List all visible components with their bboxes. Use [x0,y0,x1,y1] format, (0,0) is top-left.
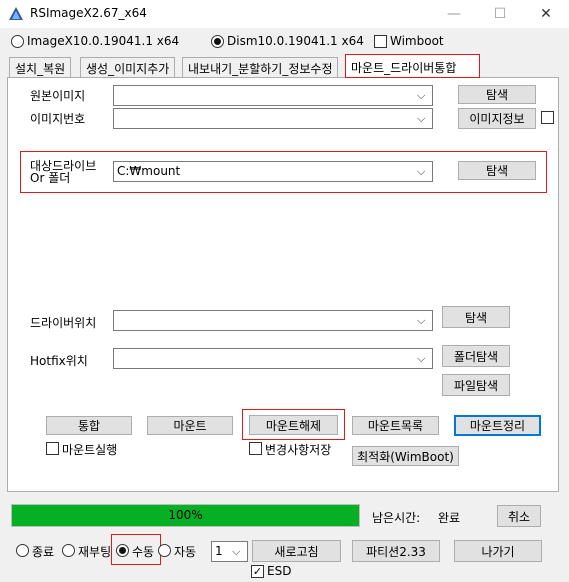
refresh-button[interactable]: 새로고침 [252,540,341,562]
dism-label: Dism10.0.19041.1 x64 [227,34,364,48]
progress-text: 100% [168,508,203,522]
driver-location-combo[interactable]: ⌵ [113,310,433,331]
partition-button[interactable]: 파티션2.33 [352,540,440,562]
remaining-time-value: 완료 [438,511,461,525]
source-browse-button[interactable]: 탐색 [458,85,536,104]
target-label-line2: Or 폴더 [30,171,71,185]
maximize-button[interactable]: ☐ [477,0,523,28]
chevron-down-icon: ⌵ [417,314,426,327]
count-value: 1 [215,544,223,558]
imagex-radio[interactable] [11,35,24,48]
chevron-down-icon: ⌵ [417,89,426,102]
image-info-button[interactable]: 이미지정보 [458,108,536,129]
count-combo[interactable]: 1 ⌵ [211,541,248,562]
after-radio-manual[interactable] [116,544,129,557]
hotfix-location-label: Hotfix위치 [30,354,88,368]
tab-create-append[interactable]: 생성_이미지추가 [80,57,176,77]
imagex-label: ImageX10.0.19041.1 x64 [27,34,180,48]
driver-location-label: 드라이버위치 [30,316,97,330]
folder-browse-button[interactable]: 폴더탐색 [442,345,510,367]
dism-radio[interactable] [211,35,224,48]
chevron-down-icon: ⌵ [417,352,426,365]
file-browse-button[interactable]: 파일탐색 [442,374,510,396]
unmount-button[interactable]: 마운트해제 [249,415,338,435]
optimize-wimboot-button[interactable]: 최적화(WimBoot) [352,446,459,466]
tab-install-restore[interactable]: 설치_복원 [9,57,72,77]
tab-mount-driver[interactable]: 마운트_드라이버통합 [345,54,480,78]
save-changes-checkbox[interactable] [249,442,262,455]
exit-button[interactable]: 나가기 [454,540,542,562]
app-icon [8,6,24,22]
mount-cleanup-button[interactable]: 마운트정리 [454,415,541,436]
mount-button[interactable]: 마운트 [147,416,233,435]
target-folder-value: C:₩mount [117,164,181,178]
cancel-button[interactable]: 취소 [497,505,541,527]
after-label-shutdown: 종료 [32,545,55,559]
window-title: RSImageX2.67_x64 [30,6,147,20]
driver-browse-button[interactable]: 탐색 [442,306,510,328]
integrate-button[interactable]: 통합 [46,416,132,435]
after-label-reboot: 재부팅 [78,545,110,559]
target-folder-combo[interactable]: C:₩mount ⌵ [113,161,433,182]
source-image-label: 원본이미지 [30,89,86,103]
after-label-auto: 자동 [174,545,197,559]
hotfix-location-combo[interactable]: ⌵ [113,348,433,369]
after-radio-reboot[interactable] [62,544,75,557]
esd-label: ESD [267,564,292,578]
tab-export-split[interactable]: 내보내기_분할하기_정보수정 [182,57,339,77]
after-radio-auto[interactable] [158,544,171,557]
image-info-checkbox[interactable] [541,111,554,124]
progress-bar: 100% [11,504,360,527]
after-label-manual: 수동 [132,545,155,559]
source-image-combo[interactable]: ⌵ [113,85,433,106]
wimboot-checkbox[interactable] [374,35,387,48]
wimboot-label: Wimboot [390,34,444,48]
minimize-icon: — [447,6,461,22]
target-browse-button[interactable]: 탐색 [458,161,536,180]
esd-checkbox[interactable] [251,565,264,578]
chevron-down-icon: ⌵ [417,112,426,125]
after-radio-shutdown[interactable] [16,544,29,557]
image-index-combo[interactable]: ⌵ [113,108,433,129]
mount-list-button[interactable]: 마운트목록 [352,416,439,435]
save-changes-label: 변경사항저장 [265,443,332,457]
run-after-mount-checkbox[interactable] [46,442,59,455]
close-button[interactable]: ✕ [523,0,569,28]
remaining-time-label: 남은시간: [372,511,421,525]
chevron-down-icon: ⌵ [417,165,426,178]
chevron-down-icon: ⌵ [232,545,241,558]
run-after-mount-label: 마운트실행 [62,443,118,457]
close-icon: ✕ [540,6,552,22]
maximize-icon: ☐ [493,6,507,22]
minimize-button[interactable]: — [431,0,477,28]
image-index-label: 이미지번호 [30,112,86,126]
